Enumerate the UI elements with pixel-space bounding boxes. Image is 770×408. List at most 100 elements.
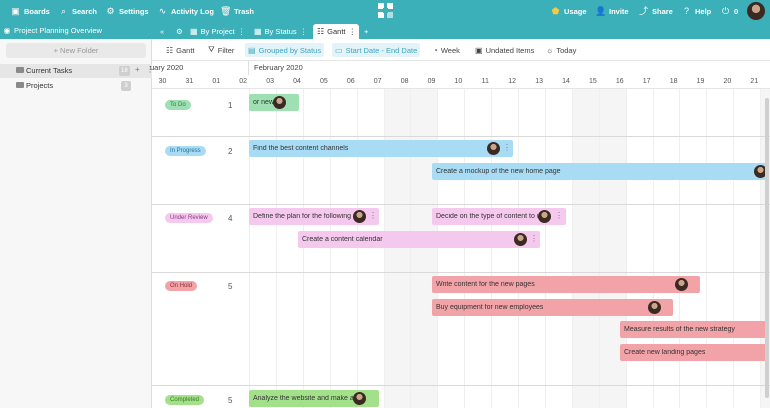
app-logo-icon[interactable] (377, 2, 394, 19)
share-icon: ⤴ (638, 5, 648, 16)
task-bar[interactable]: Create new landing pages (620, 344, 768, 361)
assignee-avatar[interactable] (675, 278, 688, 291)
task-bar[interactable]: Decide on the type of content to u ⋮ (432, 208, 566, 225)
sidebar-item-projects[interactable]: Projects 3 (0, 79, 152, 93)
eye-icon[interactable]: ◉ (0, 26, 14, 35)
week-button[interactable]: ◔ Week (430, 43, 463, 57)
add-view-button[interactable]: + (360, 24, 372, 39)
gantt-view-button[interactable]: ☷ Gantt (163, 43, 198, 57)
gear-icon: ⚙ (106, 5, 115, 16)
day-label: 01 (212, 78, 221, 85)
day-label: 18 (669, 78, 678, 85)
group-count: 5 (228, 396, 233, 405)
activity-log-button[interactable]: ∿ Activity Log (153, 3, 218, 19)
share-button[interactable]: ⤴ Share (634, 3, 677, 19)
task-bar[interactable]: Analyze the website and make a li (249, 390, 379, 407)
notifications-button[interactable]: ⏻ 0 (716, 3, 742, 19)
day-label: 06 (346, 78, 355, 85)
task-bar[interactable]: Create a mockup of the new home page (432, 163, 768, 180)
settings-button[interactable]: ⚙ Settings (101, 3, 153, 19)
group-count: 5 (228, 282, 233, 291)
today-button[interactable]: ☼ Today (543, 43, 579, 57)
activity-icon: ∿ (158, 5, 167, 16)
view-tab-bar: « ⚙ ▦ By Project ⋮ ▦ By Status ⋮ ☷ Gantt ⋮ + (152, 22, 770, 39)
month-label: February 2020 (254, 63, 303, 72)
more-icon[interactable]: ⋮ (369, 211, 377, 220)
sun-icon: ☼ (546, 45, 554, 55)
vertical-scrollbar[interactable] (765, 98, 769, 398)
boards-icon: ▣ (11, 5, 20, 16)
invite-button[interactable]: 👤 Invite (591, 3, 633, 19)
more-icon[interactable]: ⋮ (238, 27, 246, 36)
new-folder-button[interactable]: + New Folder (6, 43, 146, 58)
tab-gantt[interactable]: ☷ Gantt ⋮ (313, 24, 359, 39)
task-bar[interactable]: Buy equipment for new employees (432, 299, 673, 316)
more-icon[interactable]: ⋮ (555, 211, 563, 220)
board-icon: ▦ (254, 27, 262, 36)
more-icon[interactable]: ⋮ (530, 234, 538, 243)
day-label: 14 (562, 78, 570, 85)
task-bar[interactable]: or new (249, 94, 299, 111)
trash-button[interactable]: 🗑 Trash (216, 3, 258, 19)
task-bar[interactable]: Create a content calendar ⋮ (298, 231, 540, 248)
more-icon[interactable]: ⋮ (503, 143, 511, 152)
user-avatar[interactable] (747, 2, 765, 20)
task-bar[interactable]: Find the best content channels ⋮ (249, 140, 513, 157)
plus-icon[interactable]: + (135, 65, 140, 74)
sidebar-header: ◉ Project Planning Overview (0, 22, 152, 39)
bell-icon: ⏻ (721, 5, 730, 16)
assignee-avatar[interactable] (353, 392, 366, 405)
group-divider (152, 136, 770, 137)
group-divider (152, 385, 770, 386)
task-bar[interactable]: Measure results of the new strategy (620, 321, 768, 338)
top-navigation-bar: ▣ Boards ⌕ Search ⚙ Settings ∿ Activity Log … (0, 0, 770, 22)
user-icon: 👤 (595, 5, 607, 16)
day-label: 17 (642, 78, 651, 85)
assignee-avatar[interactable] (514, 233, 527, 246)
sidebar: + New Folder Current Tasks 18 + ⋮ Projec… (0, 39, 154, 408)
assignee-avatar[interactable] (487, 142, 500, 155)
folder-count-badge: 18 (119, 66, 130, 76)
undated-items-button[interactable]: ▣ Undated Items (472, 43, 537, 57)
task-bar[interactable]: Write content for the new pages (432, 276, 700, 293)
status-badge-in-progress: In Progress (165, 146, 206, 156)
help-icon: ? (683, 5, 689, 16)
assignee-avatar[interactable] (648, 301, 661, 314)
search-button[interactable]: ⌕ Search (54, 3, 101, 19)
more-icon[interactable]: ⋮ (349, 27, 357, 36)
status-badge-on-hold: On Hold (165, 281, 198, 291)
clock-icon: ◔ (433, 45, 438, 55)
group-count: 1 (228, 101, 233, 110)
day-label: 13 (535, 78, 543, 85)
day-label: 03 (266, 78, 274, 85)
shield-icon: ⬟ (551, 5, 560, 16)
filter-icon: ⛛ (208, 45, 215, 54)
collapse-sidebar-button[interactable]: « (156, 24, 168, 39)
tab-by-project[interactable]: ▦ By Project ⋮ (186, 24, 249, 39)
boards-button[interactable]: ▣ Boards (6, 3, 54, 19)
day-label: 19 (696, 78, 705, 85)
search-icon: ⌕ (60, 5, 67, 16)
day-label: 12 (508, 78, 517, 85)
group-count: 4 (228, 214, 233, 223)
sidebar-item-current-tasks[interactable]: Current Tasks 18 + ⋮ (0, 64, 154, 78)
tab-by-status[interactable]: ▦ By Status ⋮ (250, 24, 311, 39)
day-label: 31 (185, 78, 194, 85)
calendar-x-icon: ▣ (475, 45, 483, 55)
grouped-by-status-button[interactable]: ▤ Grouped by Status (245, 43, 325, 57)
assignee-avatar[interactable] (353, 210, 366, 223)
view-settings-button[interactable]: ⚙ (172, 24, 187, 39)
assignee-avatar[interactable] (538, 210, 551, 223)
group-count: 2 (228, 147, 233, 156)
filter-button[interactable]: ⛛ Filter (205, 43, 237, 57)
gantt-icon: ☷ (317, 27, 325, 36)
task-bar[interactable]: Define the plan for the following m ⋮ (249, 208, 379, 225)
project-title[interactable]: Project Planning Overview (14, 26, 102, 35)
usage-button[interactable]: ⬟ Usage (546, 3, 591, 19)
assignee-avatar[interactable] (273, 96, 286, 109)
help-button[interactable]: ? Help (677, 3, 715, 19)
more-icon[interactable]: ⋮ (300, 27, 308, 36)
gear-icon: ⚙ (176, 27, 183, 36)
day-header: 30 31 01 02 03 04 05 06 07 08 09 10 11 12 13 14 15 16 17 18… (152, 75, 770, 89)
date-range-button[interactable]: ▭ Start Date - End Date (332, 43, 421, 57)
